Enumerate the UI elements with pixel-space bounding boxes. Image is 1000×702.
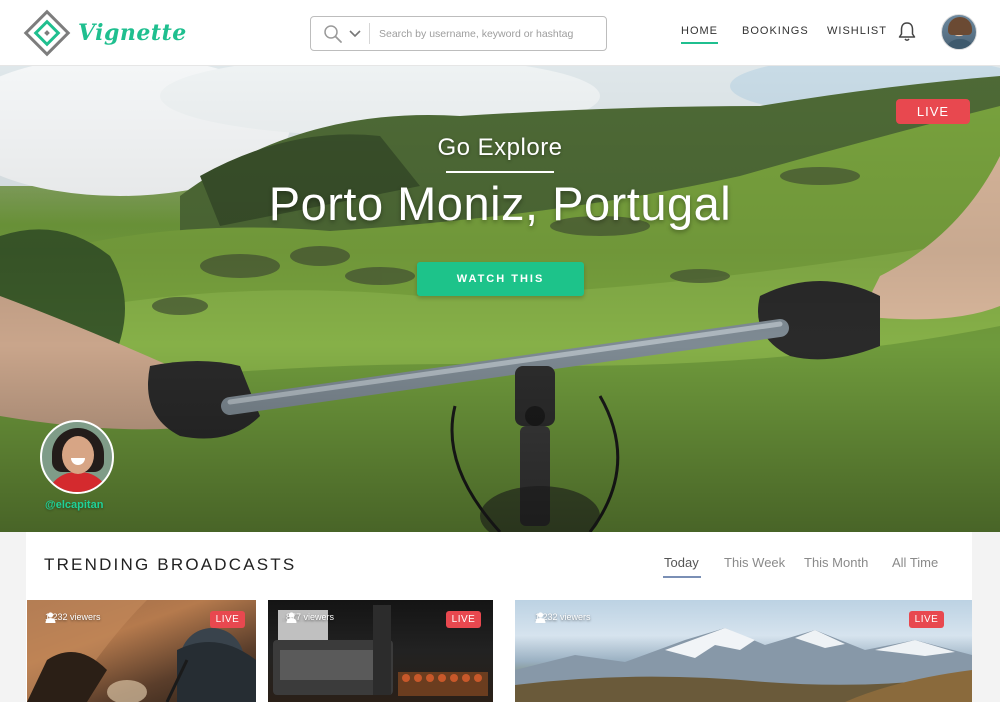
live-badge: LIVE xyxy=(909,611,944,628)
broadcaster-handle[interactable]: @elcapitan xyxy=(45,499,103,511)
hero-eyebrow-underline xyxy=(446,171,554,173)
brand-name: Vignette xyxy=(78,20,187,46)
hero-banner: Go Explore Porto Moniz, Portugal WATCH T… xyxy=(0,66,1000,532)
live-badge: LIVE xyxy=(896,99,970,124)
broadcast-card[interactable]: 877 viewers LIVE xyxy=(268,600,493,702)
viewer-count: 877 viewers xyxy=(286,612,334,623)
brand-logo[interactable]: Vignette xyxy=(22,9,187,57)
search-input[interactable] xyxy=(379,27,599,40)
tab-this-week[interactable]: This Week xyxy=(724,555,785,570)
tab-today[interactable]: Today xyxy=(663,555,701,578)
top-navbar: Vignette HOME BOOKINGS WISHLIST xyxy=(0,0,1000,66)
hero-title: Porto Moniz, Portugal xyxy=(268,177,732,230)
person-icon xyxy=(45,612,56,623)
tab-all-time[interactable]: All Time xyxy=(892,555,938,570)
viewer-count: 1,232 viewers xyxy=(45,612,101,623)
chevron-down-icon[interactable] xyxy=(349,29,361,38)
nav-home[interactable]: HOME xyxy=(681,25,718,44)
nav-wishlist[interactable]: WISHLIST xyxy=(827,25,887,37)
viewer-count: 1,232 viewers xyxy=(535,612,591,623)
person-icon xyxy=(535,612,546,623)
search-icon[interactable] xyxy=(323,24,343,44)
nav-bookings[interactable]: BOOKINGS xyxy=(742,25,809,37)
live-badge: LIVE xyxy=(446,611,481,628)
user-avatar[interactable] xyxy=(941,14,977,50)
broadcast-card[interactable]: 1,232 viewers LIVE xyxy=(27,600,256,702)
broadcast-card[interactable]: 1,232 viewers LIVE xyxy=(515,600,972,702)
tab-this-month[interactable]: This Month xyxy=(804,555,868,570)
bell-icon[interactable] xyxy=(897,21,917,43)
section-title: TRENDING BROADCASTS xyxy=(44,555,297,574)
person-icon xyxy=(286,612,297,623)
watch-this-button[interactable]: WATCH THIS xyxy=(417,262,584,296)
logo-diamond-icon xyxy=(23,9,71,57)
search-divider xyxy=(369,23,370,44)
live-badge: LIVE xyxy=(210,611,245,628)
broadcaster-avatar[interactable] xyxy=(40,420,114,494)
search-bar xyxy=(310,16,607,51)
hero-eyebrow: Go Explore xyxy=(437,134,563,161)
